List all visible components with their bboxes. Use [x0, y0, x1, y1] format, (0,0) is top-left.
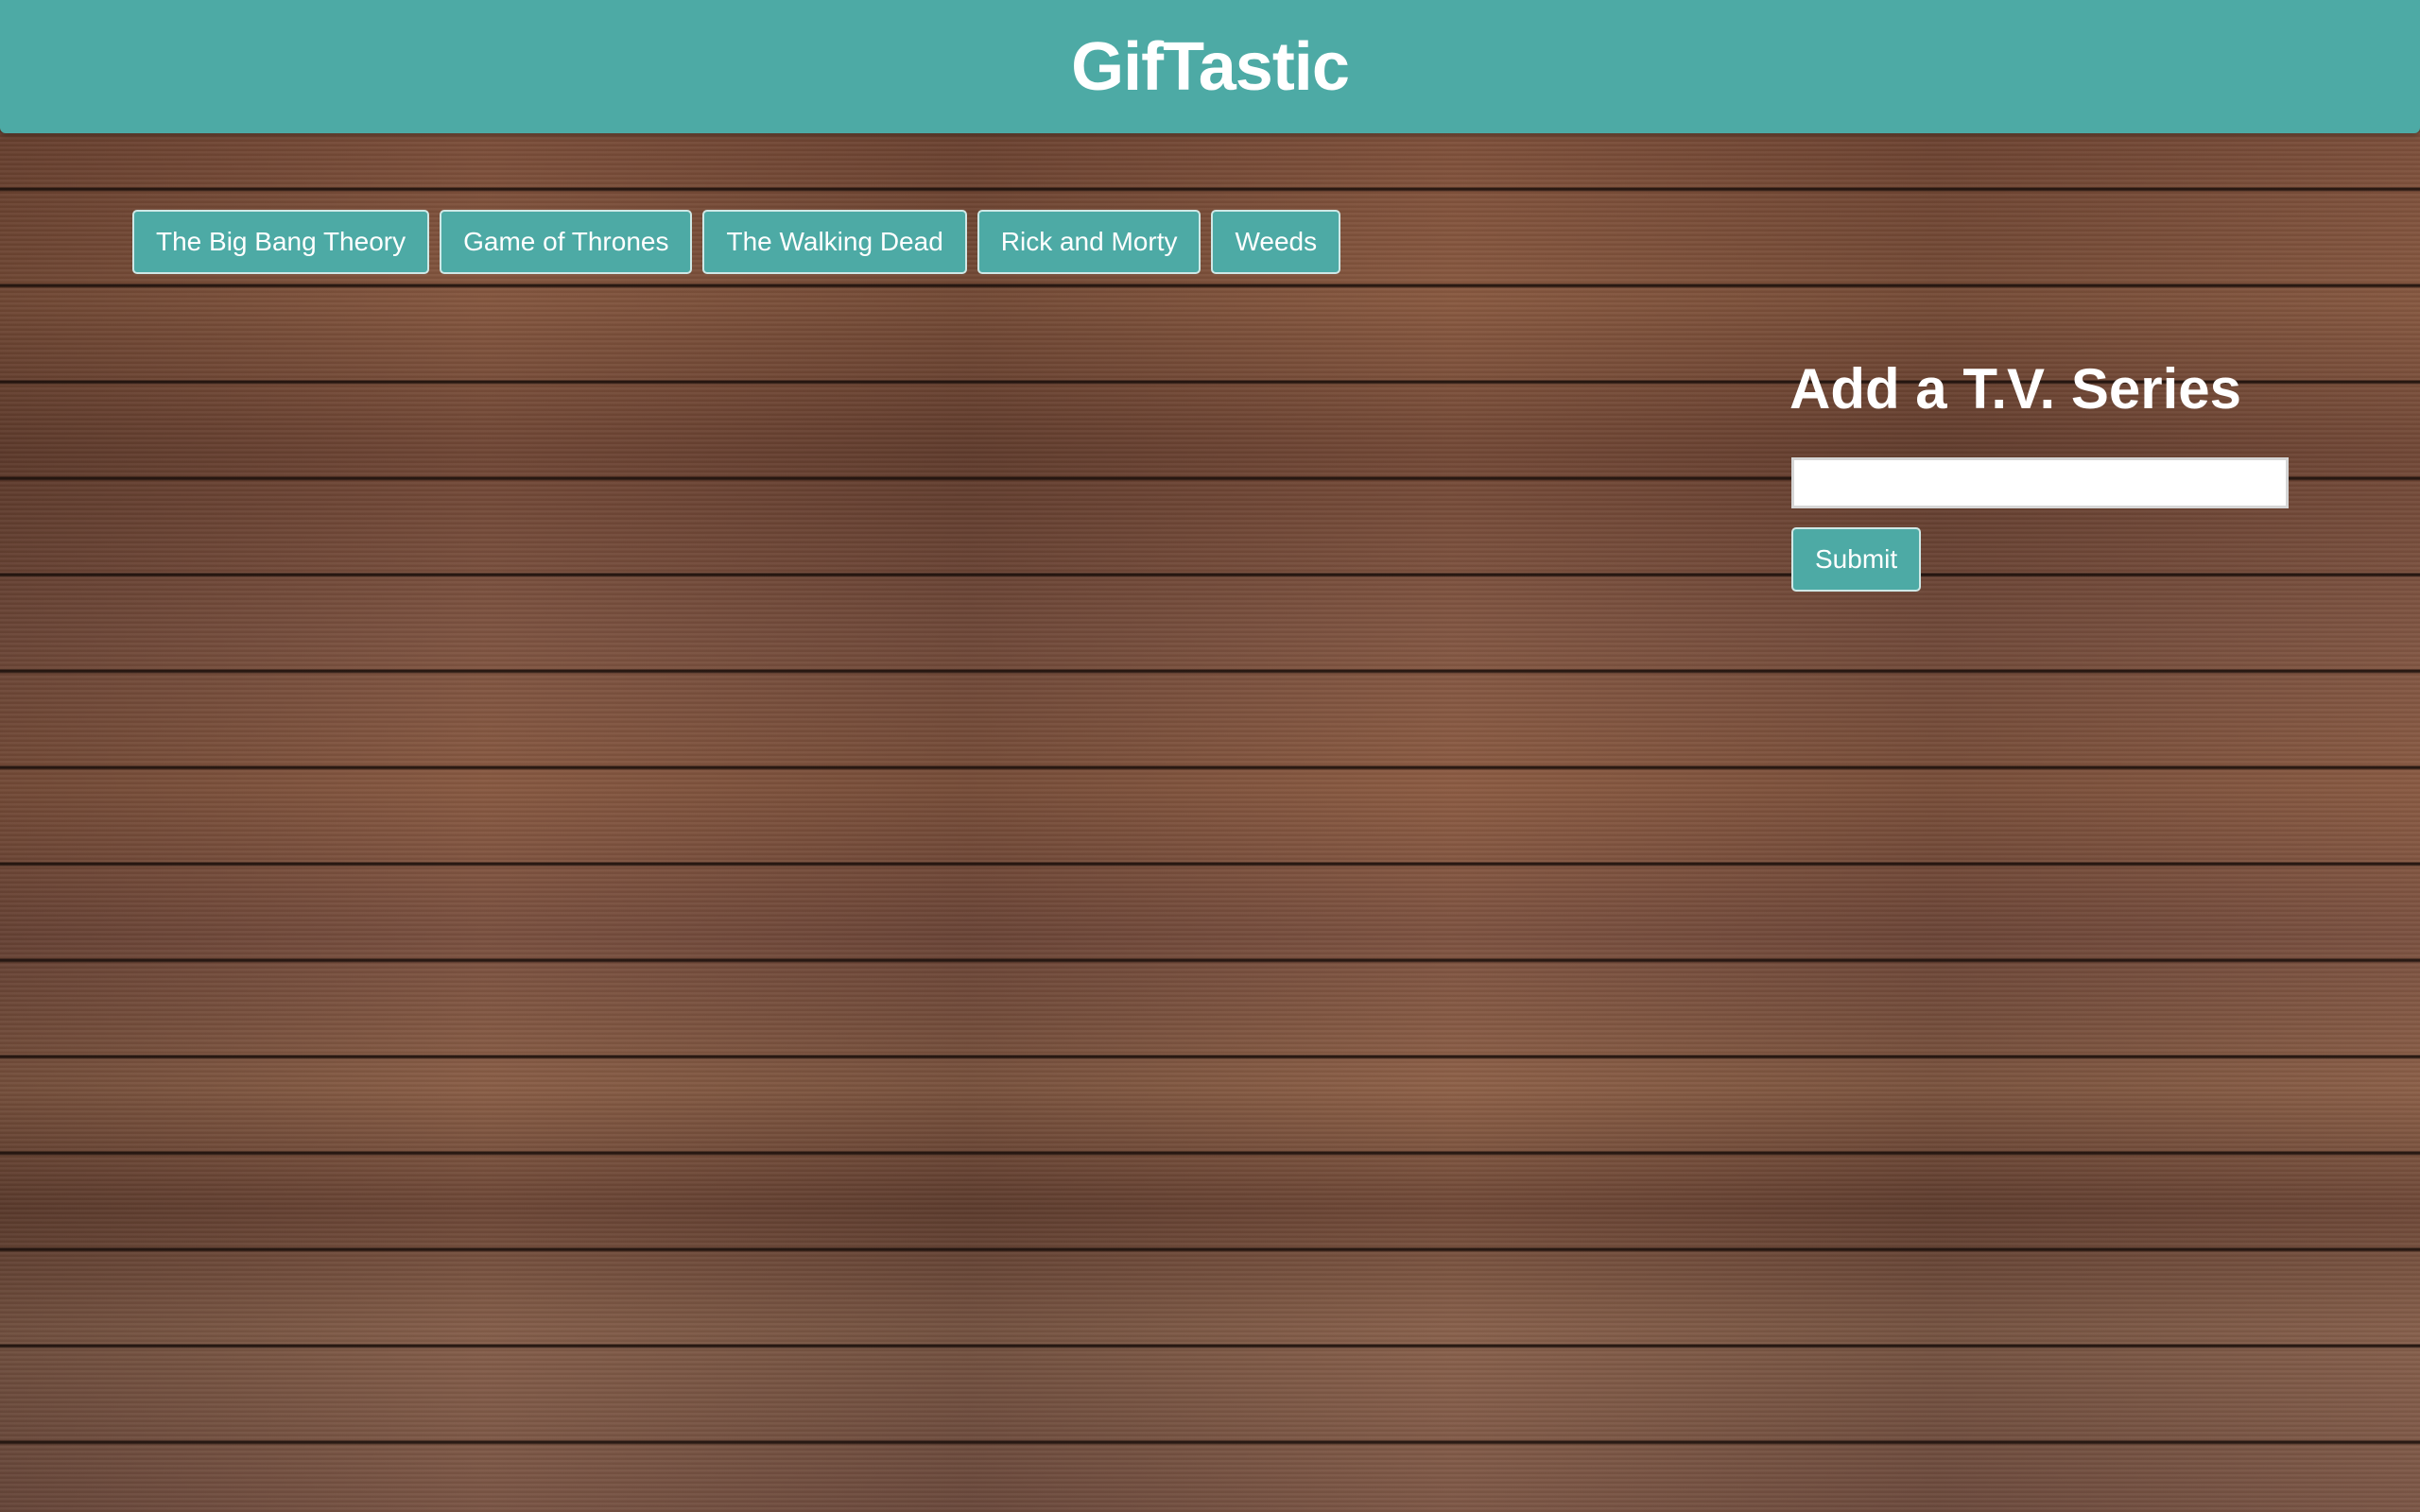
- page-header: GifTastic: [0, 0, 2420, 133]
- series-button-game-of-thrones[interactable]: Game of Thrones: [440, 210, 693, 274]
- page-title: GifTastic: [1071, 28, 1350, 105]
- series-button-the-walking-dead[interactable]: The Walking Dead: [702, 210, 967, 274]
- series-button-row: The Big Bang Theory Game of Thrones The …: [132, 210, 1341, 274]
- submit-button[interactable]: Submit: [1791, 527, 1922, 592]
- series-button-rick-and-morty[interactable]: Rick and Morty: [977, 210, 1201, 274]
- series-button-the-big-bang-theory[interactable]: The Big Bang Theory: [132, 210, 430, 274]
- series-button-weeds[interactable]: Weeds: [1211, 210, 1341, 274]
- add-series-form: Add a T.V. Series Submit: [1789, 350, 2290, 592]
- add-series-heading: Add a T.V. Series: [1789, 357, 2242, 421]
- series-name-input[interactable]: [1791, 457, 2289, 508]
